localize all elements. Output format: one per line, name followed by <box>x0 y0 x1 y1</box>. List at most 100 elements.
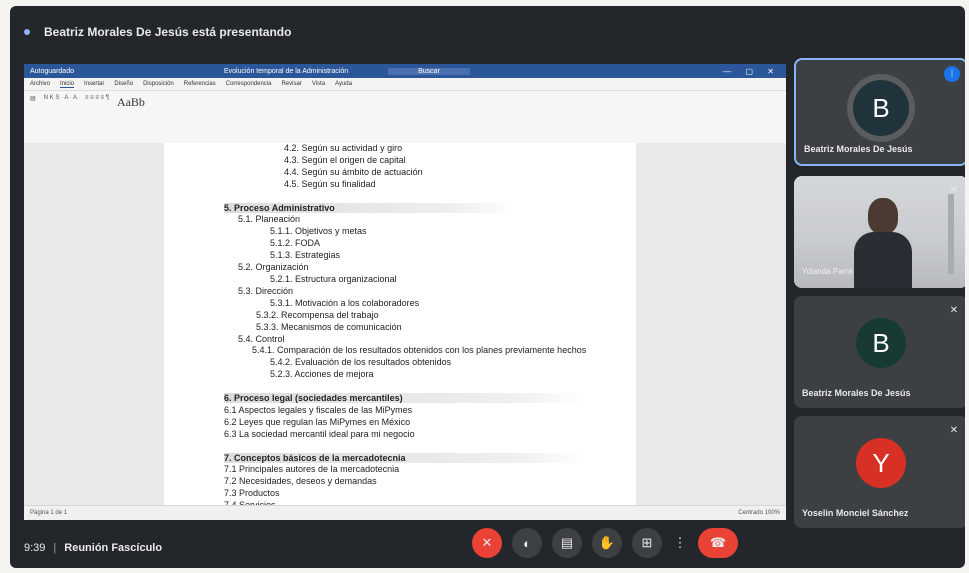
font-group: N K S · A · A <box>44 95 77 101</box>
word-search-box: Buscar <box>388 67 470 75</box>
page-count: Página 1 de 1 <box>30 510 68 516</box>
document-line-text: 7. Conceptos básicos de la mercadotecnia <box>224 452 586 463</box>
paragraph-controls-icon: ≡ ≡ ≡ ≡ ¶ <box>85 95 109 101</box>
document-line: 4.2. Según su actividad y giro <box>224 143 586 155</box>
document-line-text: 5.3.1. Motivación a los colaboradores <box>270 297 420 308</box>
presenter-banner-text: Beatriz Morales De Jesús está presentand… <box>44 25 292 39</box>
ribbon-tab: Archivo <box>30 81 51 87</box>
ribbon-tab: Ayuda <box>335 81 352 87</box>
mic-off-icon[interactable]: ✕ <box>472 528 502 558</box>
meet-window: Beatriz Morales De Jesús está presentand… <box>10 6 965 568</box>
document-line-text: 7.2 Necesidades, deseos y demandas <box>224 476 377 487</box>
document-line-text: 4.2. Según su actividad y giro <box>284 143 403 153</box>
document-line-text: 6.3 La sociedad mercantil ideal para mi … <box>224 428 415 439</box>
document-line: 5.4.1. Comparación de los resultados obt… <box>224 345 586 357</box>
ribbon-tab: Correspondencia <box>225 81 272 87</box>
document-line-text: 6.2 Leyes que regulan las MiPymes en Méx… <box>224 416 411 427</box>
ribbon-tab: Vista <box>311 81 326 87</box>
document-line-text: 5.1.2. FODA <box>270 238 321 249</box>
raise-hand-icon[interactable]: ✋ <box>592 528 622 558</box>
word-statusbar: Página 1 de 1 Centrado 100% <box>24 505 786 520</box>
document-text: 4.2. Según su actividad y giro 4.3. Según… <box>224 143 586 512</box>
document-line: 5.3.1. Motivación a los colaboradores <box>224 298 586 310</box>
document-line: 5.1. Planeación <box>224 214 586 226</box>
meeting-name: Reunión Fascículo <box>64 542 163 554</box>
document-line-text: 5.3.2. Recompensa del trabajo <box>256 309 379 320</box>
document-line: 6.3 La sociedad mercantil ideal para mi … <box>224 429 586 441</box>
word-titlebar: Autoguardado Evolución temporal de la Ad… <box>24 64 786 78</box>
ribbon-tab: Referencias <box>183 81 216 87</box>
document-canvas: 4.2. Según su actividad y giro 4.3. Según… <box>24 143 786 510</box>
document-heading: 5. Proceso Administrativo <box>224 202 586 215</box>
paste-icon: ▤ <box>30 96 36 102</box>
mic-off-icon: ✕ <box>949 304 959 316</box>
zoom-status: Centrado 100% <box>738 510 780 516</box>
participant-name: Beatriz Morales De Jesús <box>802 388 911 398</box>
document-line-text: 5.4.2. Evaluación de los resultados obte… <box>270 357 452 368</box>
document-line-text: 5.1.1. Objetivos y metas <box>270 226 367 237</box>
document-line: 5.1.1. Objetivos y metas <box>224 226 586 238</box>
document-line: 5.1.3. Estrategias <box>224 250 586 262</box>
document-line: 4.3. Según el origen de capital <box>224 155 586 167</box>
present-icon[interactable]: ▤ <box>552 528 582 558</box>
mic-off-icon: ✕ <box>949 184 959 196</box>
shared-screen: Autoguardado Evolución temporal de la Ad… <box>24 64 786 520</box>
document-title: Evolución temporal de la Administración <box>223 67 349 75</box>
document-line-text: 4.3. Según el origen de capital <box>284 154 406 165</box>
participant-name: Yoselin Monciel Sánchez <box>802 508 909 518</box>
paragraph-group: ≡ ≡ ≡ ≡ ¶ <box>85 95 109 101</box>
document-line-text <box>224 381 227 391</box>
document-line-text: 5.1. Planeación <box>238 214 301 225</box>
document-line-text: 5. Proceso Administrativo <box>224 202 515 213</box>
document-line-text: 5.4. Control <box>238 333 285 344</box>
document-heading: 6. Proceso legal (sociedades mercantiles… <box>224 393 586 405</box>
document-line-text: 7.3 Productos <box>224 488 280 499</box>
ribbon-tab: Disposición <box>143 81 174 87</box>
participant-name: Beatriz Morales De Jesús <box>804 144 913 154</box>
document-line: 6.1 Aspectos legales y fiscales de las M… <box>224 405 586 417</box>
participant-tile-4[interactable]: Y ✕ Yoselin Monciel Sánchez <box>794 416 965 528</box>
document-line <box>224 381 586 393</box>
document-line: 5.4.2. Evaluación de los resultados obte… <box>224 357 586 369</box>
document-line-text: 6.1 Aspectos legales y fiscales de las M… <box>224 404 413 415</box>
document-line <box>224 191 586 203</box>
ribbon-tab: Diseño <box>114 81 134 87</box>
document-line: 5.2.1. Estructura organizacional <box>224 274 586 286</box>
document-line: 5.1.2. FODA <box>224 238 586 250</box>
presenter-banner: Beatriz Morales De Jesús está presentand… <box>24 22 291 42</box>
styles-gallery: AaBb <box>117 95 145 110</box>
document-line <box>224 441 586 453</box>
captions-icon[interactable]: ◐ <box>512 528 542 558</box>
document-line-text: 5.2. Organización <box>238 262 309 273</box>
document-line: 6.2 Leyes que regulan las MiPymes en Méx… <box>224 417 586 429</box>
document-line-text: 5.2.3. Acciones de mejora <box>270 369 374 380</box>
document-line: 7.1 Principales autores de la mercadotec… <box>224 464 586 476</box>
end-call-icon[interactable]: ☎ <box>698 528 738 558</box>
meeting-time: 9:39 <box>24 542 46 554</box>
meeting-info: 9:39 | Reunión Fascículo <box>24 542 162 554</box>
document-line: 5.2.3. Acciones de mejora <box>224 369 586 381</box>
participant-tile-1[interactable]: B ⁞ Beatriz Morales De Jesús <box>794 58 965 166</box>
meeting-separator: | <box>53 542 57 554</box>
ribbon-tab: Inicio <box>60 80 75 88</box>
ribbon-tabs: Archivo Inicio Insertar Diseño Disposición Re… <box>24 78 786 91</box>
document-line-text: 5.2.1. Estructura organizacional <box>270 273 397 284</box>
audio-wave-icon: ⁞ <box>944 66 960 82</box>
call-controls: ✕ ◐ ▤ ✋ ⊞ ⋮ ☎ <box>472 528 738 558</box>
document-heading: 7. Conceptos básicos de la mercadotecnia <box>224 452 586 465</box>
document-line-text: 5.3.3. Mecanismos de comunicación <box>256 321 402 332</box>
more-icon[interactable]: ⋮ <box>672 528 688 558</box>
participant-tile-2[interactable]: ✕ Yolanda Parra <box>794 176 965 288</box>
document-line-text <box>224 191 227 201</box>
document-line: 7.2 Necesidades, deseos y demandas <box>224 476 586 488</box>
document-line-text: 4.5. Según su finalidad <box>284 178 376 189</box>
style-sample: AaBb <box>116 95 145 109</box>
document-line-text: 5.4.1. Comparación de los resultados obt… <box>252 345 587 356</box>
avatar: Y <box>856 438 906 488</box>
document-line: 5.3.3. Mecanismos de comunicación <box>224 322 586 334</box>
share-screen-icon[interactable]: ⊞ <box>632 528 662 558</box>
document-line-text: 4.4. Según su ámbito de actuación <box>284 166 423 177</box>
ribbon: ▤ N K S · A · A ≡ ≡ ≡ ≡ ¶ AaBb <box>24 91 786 144</box>
window-controls-icon: — ▢ ✕ <box>723 66 780 76</box>
participant-tile-3[interactable]: B ✕ Beatriz Morales De Jesús <box>794 296 965 408</box>
